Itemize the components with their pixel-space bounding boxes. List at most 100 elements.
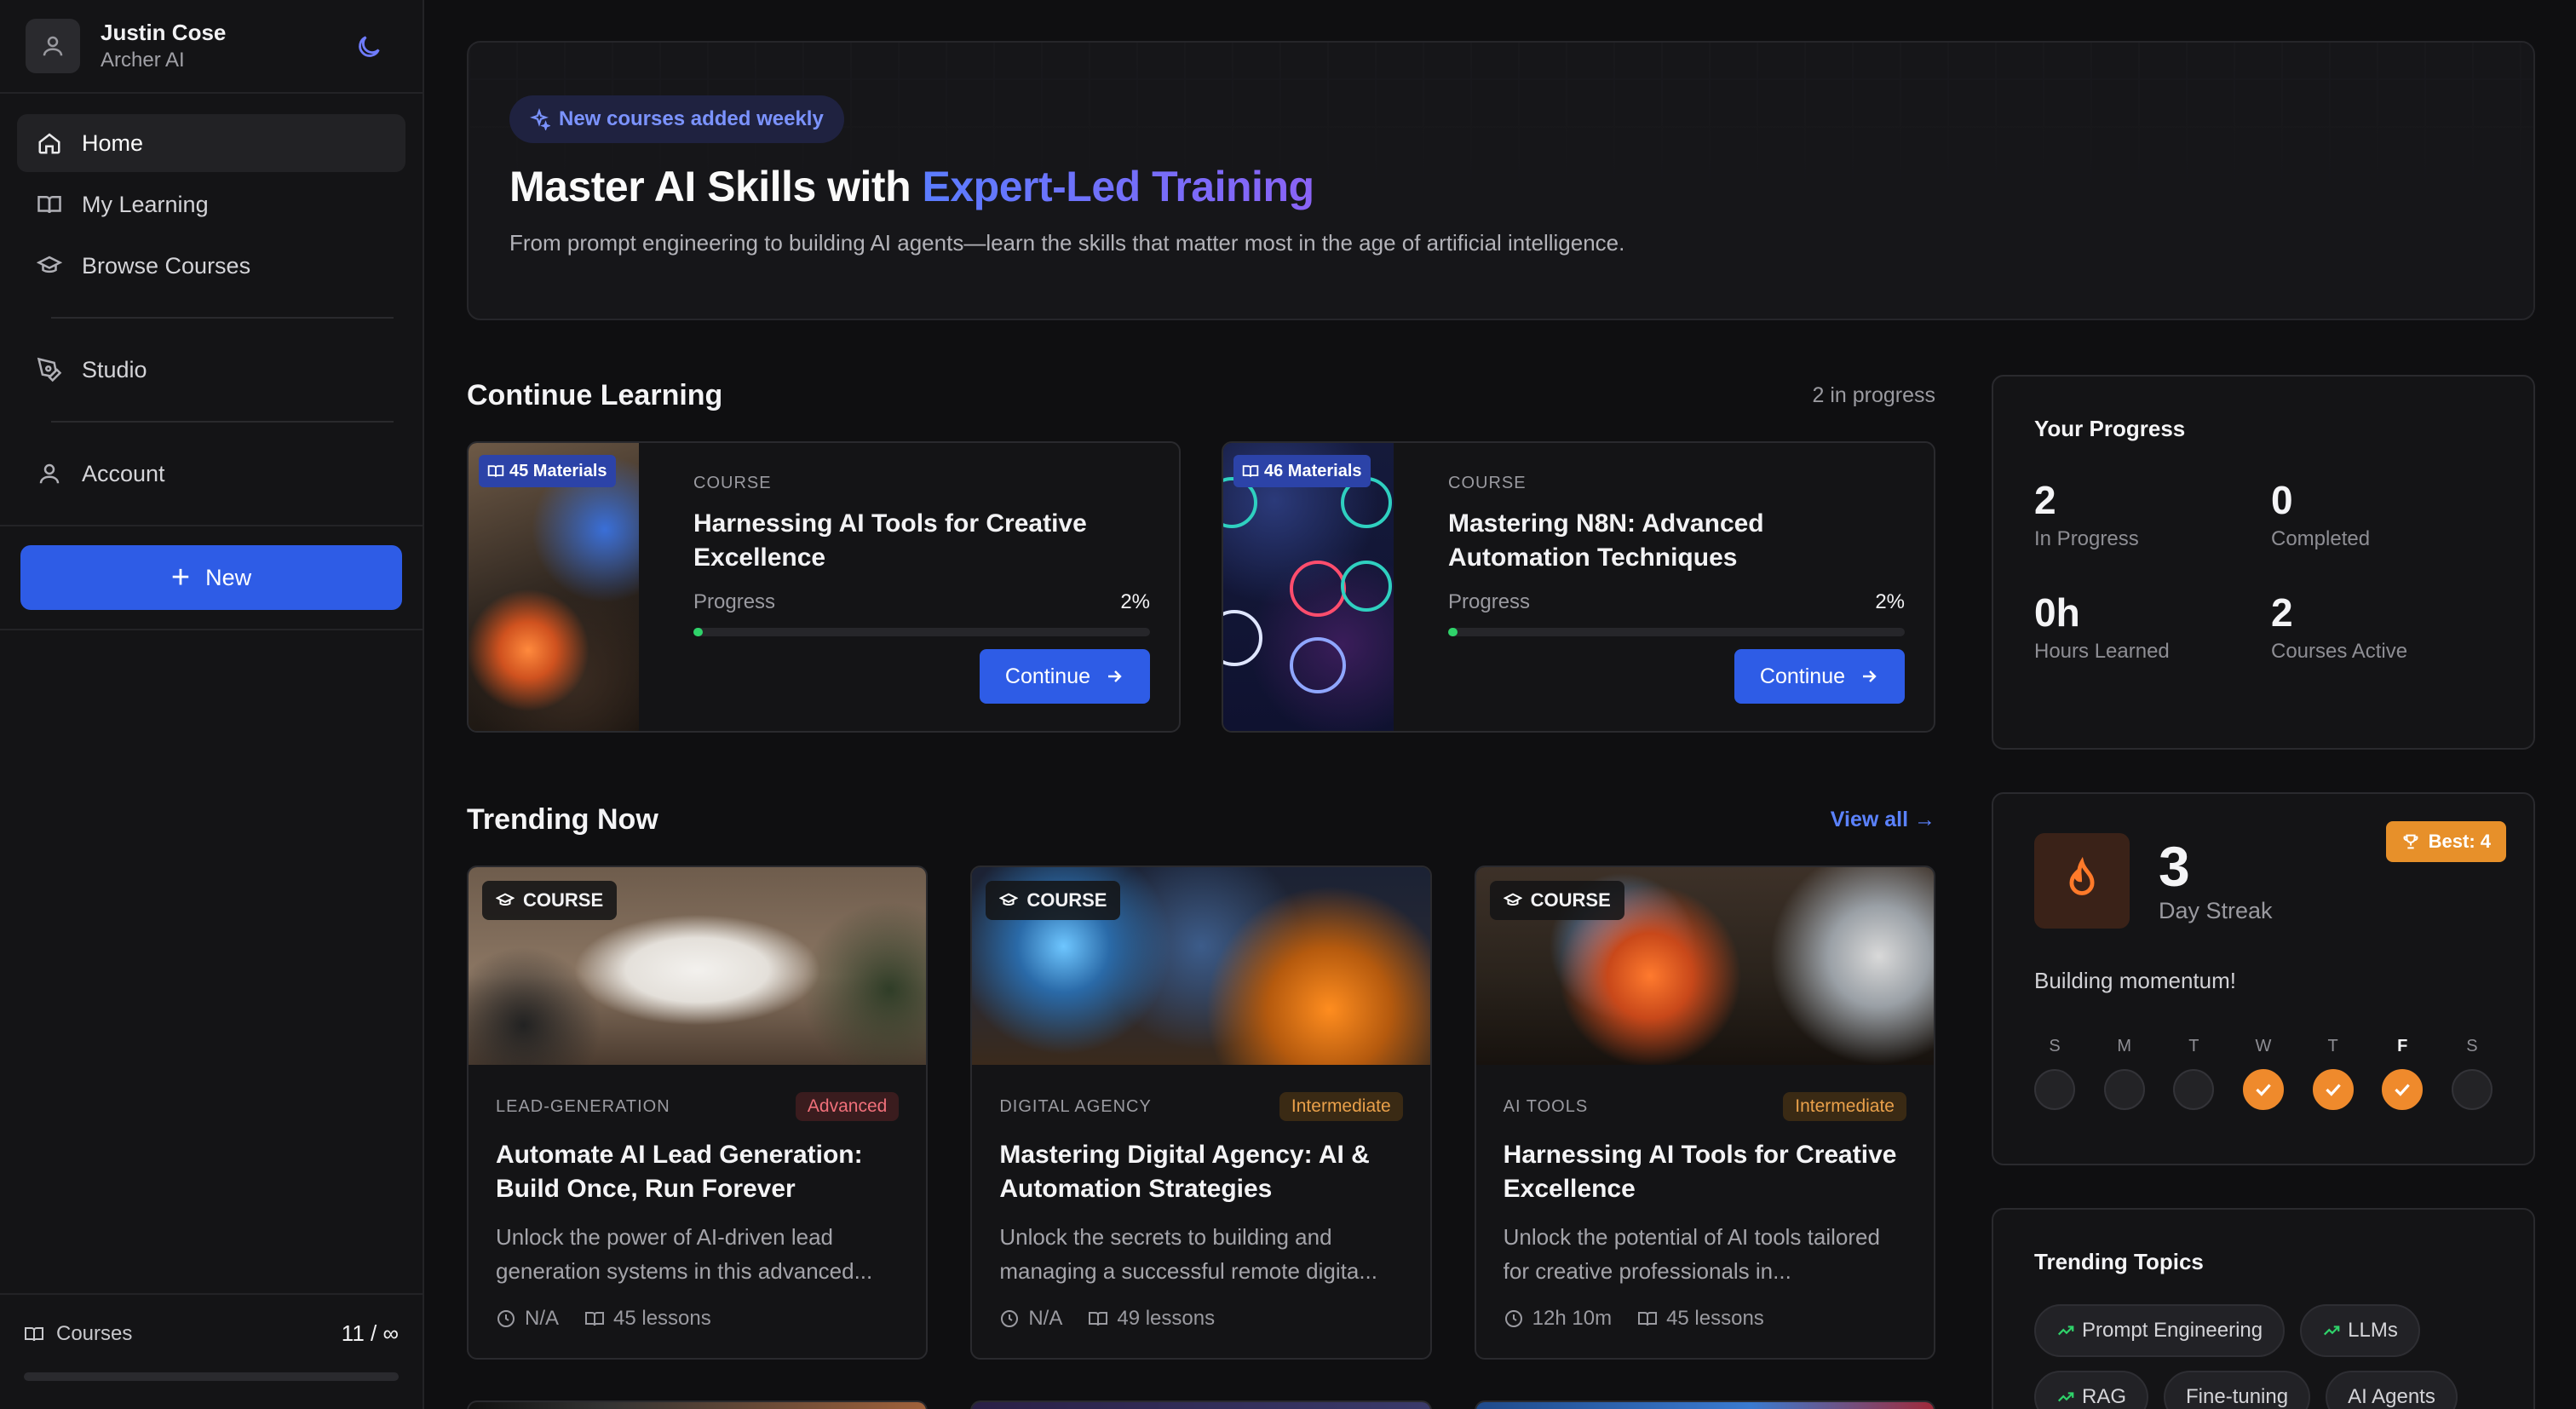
- sparkles-icon: [530, 108, 550, 130]
- sidebar-item-browse-courses[interactable]: Browse Courses: [17, 237, 405, 295]
- progress-fill: [1448, 628, 1458, 636]
- course-card-peek[interactable]: [970, 1400, 1432, 1409]
- sidebar-item-home[interactable]: Home: [17, 114, 405, 172]
- trending-course-card[interactable]: COURSE AI TOOLS Intermediate Harnessing …: [1474, 866, 1935, 1360]
- progress-bar: [693, 628, 1150, 636]
- check-icon: [2312, 1069, 2354, 1110]
- arrow-right-icon: [1863, 670, 1877, 682]
- streak-label: Day Streak: [2159, 897, 2273, 923]
- stat-label: In Progress: [2034, 527, 2139, 550]
- day-letter: W: [2255, 1037, 2272, 1055]
- materials-count: 45 Materials: [509, 461, 607, 480]
- sidebar-item-my-learning[interactable]: My Learning: [17, 175, 405, 233]
- left-column: Continue Learning 2 in progress 45 Mater…: [467, 375, 1935, 1409]
- arrow-right-icon: [1108, 670, 1122, 682]
- stat-label: Hours Learned: [2034, 640, 2170, 663]
- continue-button[interactable]: Continue: [979, 649, 1150, 704]
- level-badge: Intermediate: [1279, 1092, 1403, 1121]
- progress-percent: 2%: [1120, 590, 1150, 613]
- materials-badge: 45 Materials: [479, 455, 616, 487]
- day-letter: S: [2049, 1037, 2061, 1055]
- course-lessons: 45 lessons: [613, 1307, 711, 1330]
- book-open-icon: [1089, 1312, 1108, 1326]
- trending-course-card[interactable]: COURSE DIGITAL AGENCY Intermediate Maste…: [970, 866, 1432, 1360]
- continue-button[interactable]: Continue: [1734, 649, 1905, 704]
- stat-courses-active: 2 Courses Active: [2271, 592, 2508, 664]
- continue-course-card[interactable]: 46 Materials COURSE Mastering N8N: Advan…: [1222, 441, 1935, 733]
- topic-chip[interactable]: Prompt Engineering: [2034, 1304, 2286, 1357]
- hero-title-plain: Master AI Skills with: [509, 163, 923, 210]
- course-description: Unlock the secrets to building and manag…: [999, 1224, 1378, 1284]
- course-thumbnail: COURSE: [469, 867, 927, 1065]
- trending-up-icon: [2057, 1392, 2074, 1402]
- best-streak-label: Best: 4: [2428, 831, 2491, 852]
- trending-header: Trending Now View all →: [467, 799, 1935, 840]
- courses-usage-label: Courses: [56, 1321, 133, 1345]
- course-card-peek[interactable]: [467, 1400, 929, 1409]
- topic-chip[interactable]: AI Agents: [2326, 1371, 2458, 1409]
- user-icon: [36, 460, 63, 487]
- user-org: Archer AI: [101, 49, 185, 72]
- flame-icon: [2034, 833, 2130, 929]
- topic-chip[interactable]: RAG: [2034, 1371, 2149, 1409]
- course-lessons: 49 lessons: [1117, 1307, 1216, 1330]
- course-chip: COURSE: [1489, 881, 1624, 920]
- moon-icon[interactable]: [354, 32, 383, 61]
- progress-label: Progress: [693, 590, 776, 613]
- progress-fill: [693, 628, 703, 636]
- trending-course-card[interactable]: COURSE LEAD-GENERATION Advanced Automate…: [467, 866, 929, 1360]
- progress-bar: [1448, 628, 1905, 636]
- book-open-icon: [36, 191, 63, 218]
- new-button-label: New: [205, 564, 252, 590]
- stat-in-progress: 2 In Progress: [2034, 480, 2271, 551]
- sidebar-item-studio[interactable]: Studio: [17, 341, 405, 399]
- book-open-icon: [25, 1326, 43, 1341]
- day-monday: M: [2103, 1037, 2145, 1110]
- course-card-peek[interactable]: [1474, 1400, 1935, 1409]
- topic-chip[interactable]: Fine-tuning: [2164, 1371, 2311, 1409]
- trophy-icon: [2403, 834, 2418, 849]
- trending-up-icon: [2057, 1326, 2074, 1336]
- course-type: COURSE: [693, 474, 772, 492]
- nav-divider: [51, 421, 394, 423]
- course-category: AI TOOLS: [1503, 1096, 1589, 1116]
- pen-tool-icon: [36, 356, 63, 383]
- continue-course-card[interactable]: 45 Materials COURSE Harnessing AI Tools …: [467, 441, 1181, 733]
- course-chip: COURSE: [482, 881, 618, 920]
- sidebar-nav: Home My Learning Browse Courses Studio A…: [0, 94, 423, 503]
- view-all-link[interactable]: View all →: [1831, 808, 1935, 832]
- stat-label: Completed: [2271, 527, 2371, 550]
- your-progress-title: Your Progress: [2034, 416, 2186, 441]
- day-thursday: T: [2312, 1037, 2354, 1110]
- course-thumbnail: 45 Materials: [469, 443, 639, 731]
- course-chip: COURSE: [986, 881, 1121, 920]
- main-content: New courses added weekly Master AI Skill…: [467, 41, 2535, 1409]
- topic-label: LLMs: [2348, 1319, 2398, 1342]
- hero-banner: New courses added weekly Master AI Skill…: [467, 41, 2535, 320]
- user-block[interactable]: Justin Cose Archer AI: [0, 0, 423, 94]
- progress-label: Progress: [1448, 590, 1531, 613]
- course-duration: 12h 10m: [1532, 1307, 1613, 1330]
- course-thumbnail: COURSE: [972, 867, 1430, 1065]
- day-letter: T: [2327, 1037, 2338, 1055]
- graduation-cap-icon: [1503, 893, 1522, 906]
- course-title: Mastering N8N: Advanced Automation Techn…: [1448, 509, 1764, 572]
- level-badge: Intermediate: [1783, 1092, 1906, 1121]
- trending-topics-title: Trending Topics: [2034, 1249, 2204, 1274]
- new-button[interactable]: + New: [20, 545, 402, 610]
- graduation-cap-icon: [999, 893, 1019, 906]
- course-duration: N/A: [1028, 1307, 1063, 1330]
- topic-chip[interactable]: LLMs: [2300, 1304, 2420, 1357]
- clock-icon: [497, 1310, 515, 1327]
- stat-completed: 0 Completed: [2271, 480, 2508, 551]
- hero-subtitle: From prompt engineering to building AI a…: [509, 230, 1625, 256]
- stat-value: 0h: [2034, 590, 2080, 635]
- progress-percent: 2%: [1875, 590, 1905, 613]
- continue-button-label: Continue: [1004, 664, 1090, 688]
- sidebar-item-account[interactable]: Account: [17, 445, 405, 503]
- trending-topics-panel: Trending Topics Prompt Engineering LLMs …: [1992, 1208, 2535, 1409]
- course-description: Unlock the potential of AI tools tailore…: [1503, 1224, 1880, 1284]
- courses-usage-bar: [24, 1372, 399, 1381]
- courses-usage: Courses 11 / ∞: [0, 1293, 423, 1409]
- hero-title-accent: Expert-Led Training: [922, 163, 1315, 210]
